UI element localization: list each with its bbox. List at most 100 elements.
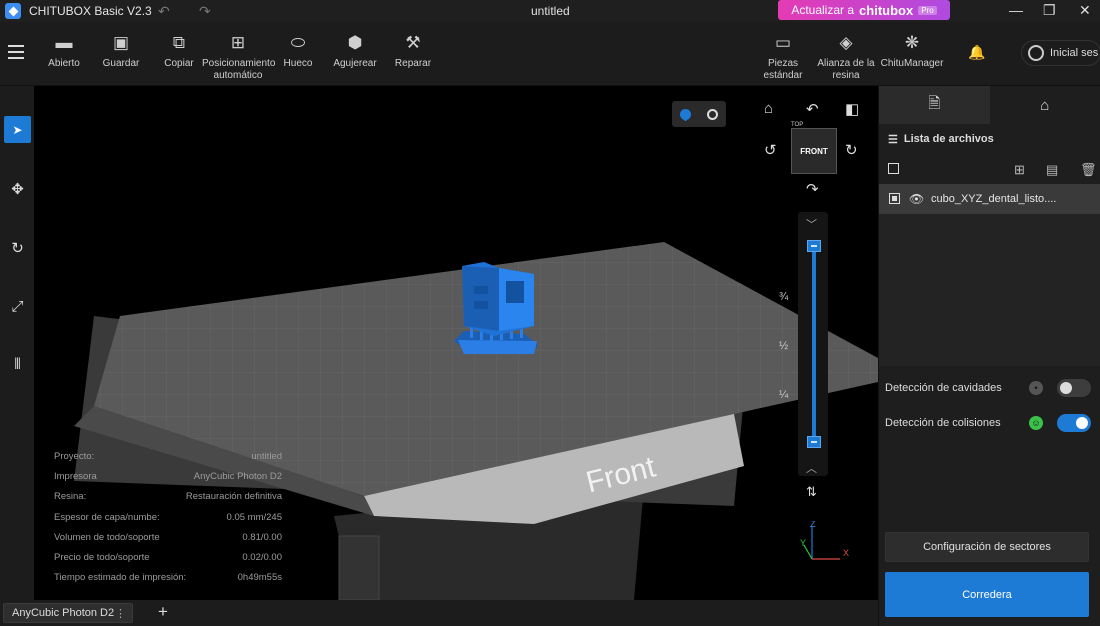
- axis-indicator: Z Y X: [800, 521, 849, 560]
- rotate-tool-button[interactable]: ↻: [4, 234, 31, 261]
- collision-detection-label: Detección de colisiones: [885, 417, 1001, 429]
- home-view-icon[interactable]: ⌂: [764, 100, 773, 117]
- group-icon[interactable]: ▤: [1046, 162, 1058, 178]
- file-list-header: ☰ Lista de archivos: [879, 124, 1100, 154]
- standard-parts-label: Piezas estándar: [763, 58, 803, 81]
- standard-parts-button[interactable]: ▭ Piezas estándar: [762, 34, 804, 82]
- info-row-project: Proyecto: untitled: [54, 446, 282, 466]
- solid-view-icon[interactable]: [680, 108, 691, 120]
- info-row-price: Precio de todo/soporte 0.02/0.00: [54, 547, 282, 567]
- save-icon: ▣: [112, 33, 130, 52]
- view-cube[interactable]: FRONT: [791, 128, 837, 174]
- repair-button[interactable]: ⚒ Reparar: [394, 34, 432, 70]
- rotate-cw-icon[interactable]: ↻: [845, 141, 858, 159]
- chitumanager-button[interactable]: ❋ ChituManager: [880, 34, 944, 70]
- minimize-icon[interactable]: —: [1009, 2, 1023, 18]
- collision-detection-row: Detección de colisiones ☺: [885, 411, 1091, 435]
- info-row-resin: Resina: Restauración definitiva: [54, 487, 282, 507]
- right-panel: 🗎 ⌂ ☰ Lista de archivos ⊞ ▤ 🗑 👁 cubo_XYZ…: [878, 86, 1100, 626]
- info-label: Volumen de todo/soporte: [54, 531, 160, 543]
- collision-detection-toggle[interactable]: [1057, 414, 1091, 432]
- add-printer-tab-icon[interactable]: +: [158, 602, 168, 622]
- mirror-tool-button[interactable]: ⫴: [4, 351, 31, 378]
- login-button[interactable]: Inicial ses: [1021, 40, 1100, 66]
- left-toolbar: ➤ ✥ ↻ ⤢ ⫴: [0, 86, 34, 600]
- slice-button[interactable]: Corredera: [885, 572, 1089, 617]
- rotate-view-left-icon[interactable]: ↶: [806, 100, 819, 118]
- axis-y-label: Y: [800, 538, 806, 548]
- rotate-tool-icon: ↻: [11, 239, 24, 257]
- delete-icon[interactable]: 🗑: [1080, 162, 1097, 178]
- printer-tab[interactable]: AnyCubic Photon D2 ⋮: [3, 603, 133, 623]
- move-tool-button[interactable]: ✥: [4, 175, 31, 202]
- dig-hole-label: Agujerear: [333, 58, 377, 69]
- info-row-volume: Volumen de todo/soporte 0.81/0.00: [54, 527, 282, 547]
- close-icon[interactable]: ✕: [1079, 2, 1091, 19]
- file-checkbox[interactable]: [889, 193, 900, 204]
- layer-up-chevron-icon[interactable]: ﹀: [806, 216, 817, 232]
- scale-tool-button[interactable]: ⤢: [4, 293, 31, 320]
- app-title: CHITUBOX Basic V2.3: [29, 4, 152, 18]
- bottom-bar: AnyCubic Photon D2 ⋮ +: [0, 600, 878, 626]
- layer-slider-bottom-handle[interactable]: [807, 436, 821, 448]
- info-value: 0.05 mm/245: [226, 511, 282, 523]
- upgrade-pro-button[interactable]: Actualizar a chitubox Pro: [778, 0, 950, 20]
- info-row-printer: Impresora AnyCubic Photon D2: [54, 466, 282, 486]
- copy-button[interactable]: ⧉ Copiar: [162, 34, 196, 70]
- info-label: Proyecto:: [54, 450, 95, 462]
- maximize-icon[interactable]: ❐: [1043, 2, 1056, 19]
- more-options-icon[interactable]: ⋮: [115, 607, 126, 620]
- 3d-viewport[interactable]: Front ⌂ ↶ ◧ ↺ ↻ ↷ TOP FRONT ﹀ ¾ ½ ¼ ︿ ⇅ …: [34, 86, 878, 600]
- file-list-item[interactable]: 👁 cubo_XYZ_dental_listo....: [879, 184, 1100, 214]
- open-button[interactable]: ▬ Abierto: [46, 34, 82, 70]
- layer-range-icon[interactable]: ⇅: [806, 484, 817, 500]
- notification-bell-icon[interactable]: 🔔: [968, 44, 985, 61]
- login-label: Inicial ses: [1050, 47, 1099, 59]
- cavity-status-icon: •: [1029, 381, 1043, 395]
- wireframe-view-icon[interactable]: [707, 108, 718, 120]
- tab-file-list[interactable]: 🗎: [879, 86, 990, 124]
- render-mode-toggle[interactable]: [672, 101, 726, 127]
- document-title: untitled: [531, 4, 570, 18]
- layer-slider-top-handle[interactable]: [807, 240, 821, 252]
- printer-tab-label: AnyCubic Photon D2: [12, 607, 115, 619]
- layer-slider-track[interactable]: [812, 246, 816, 442]
- dental-cube-model[interactable]: [454, 262, 537, 354]
- open-label: Abierto: [48, 58, 80, 69]
- auto-layout-button[interactable]: ⊞ Posicionamiento automático: [202, 33, 275, 82]
- dig-hole-button[interactable]: ⬢ Agujerear: [333, 34, 377, 70]
- layer-down-chevron-icon[interactable]: ︿: [806, 460, 817, 476]
- move-tool-icon: ✥: [11, 180, 24, 198]
- info-value: untitled: [251, 450, 282, 462]
- file-list-actions: ⊞ ▤ 🗑: [879, 154, 1100, 186]
- info-row-layer: Espesor de capa/numbe: 0.05 mm/245: [54, 507, 282, 527]
- info-label: Precio de todo/soporte: [54, 552, 150, 564]
- sector-settings-button[interactable]: Configuración de sectores: [885, 532, 1089, 562]
- select-all-checkbox[interactable]: [888, 163, 899, 174]
- collision-status-icon: ☺: [1029, 416, 1043, 430]
- resin-alliance-label: Alianza de la resina: [817, 58, 875, 81]
- slider-fraction-three-quarters: ¾: [779, 291, 789, 303]
- hollow-button[interactable]: ⬭ Hueco: [282, 34, 314, 70]
- save-button[interactable]: ▣ Guardar: [102, 34, 140, 70]
- redo-icon[interactable]: ↷: [199, 3, 211, 20]
- tab-printer[interactable]: ⌂: [990, 86, 1100, 124]
- rotate-ccw-icon[interactable]: ↺: [764, 141, 777, 159]
- title-bar: CHITUBOX Basic V2.3 ↶ ↷ untitled Actuali…: [0, 0, 1100, 22]
- cavity-detection-toggle[interactable]: [1057, 379, 1091, 397]
- info-row-print-time: Tiempo estimado de impresión: 0h49m55s: [54, 568, 282, 588]
- undo-icon[interactable]: ↶: [158, 3, 170, 20]
- info-label: Espesor de capa/numbe:: [54, 511, 160, 523]
- upgrade-text: Actualizar a: [791, 3, 855, 17]
- auto-layout-icon: ⊞: [230, 33, 246, 52]
- add-file-icon[interactable]: ⊞: [1014, 162, 1025, 178]
- cavity-detection-row: Detección de cavidades •: [885, 376, 1091, 400]
- rotate-down-icon[interactable]: ↷: [806, 180, 819, 198]
- resin-alliance-button[interactable]: ◈ Alianza de la resina: [817, 34, 875, 82]
- view-cube-front-label: FRONT: [800, 146, 828, 156]
- select-tool-button[interactable]: ➤: [4, 116, 31, 143]
- visibility-eye-icon[interactable]: 👁: [909, 192, 924, 206]
- menu-icon[interactable]: [8, 45, 24, 59]
- info-label: Impresora: [54, 470, 97, 482]
- iso-view-icon[interactable]: ◧: [845, 100, 859, 118]
